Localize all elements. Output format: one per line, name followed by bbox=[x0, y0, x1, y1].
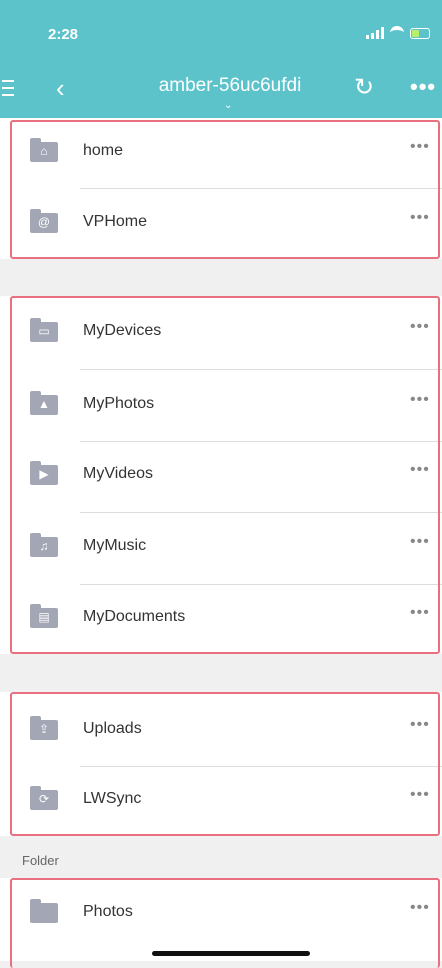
refresh-icon[interactable]: ↻ bbox=[354, 73, 374, 102]
back-icon[interactable]: ‹ bbox=[56, 75, 65, 101]
chevron-down-icon[interactable]: ⌄ bbox=[224, 100, 232, 111]
battery-icon bbox=[410, 27, 430, 39]
menu-icon[interactable] bbox=[2, 80, 14, 96]
section-label: Folder bbox=[22, 853, 59, 868]
highlight-box bbox=[10, 692, 440, 836]
home-indicator bbox=[152, 951, 310, 956]
highlight-box bbox=[10, 296, 440, 654]
status-bar: 2:28 bbox=[0, 0, 442, 62]
more-icon[interactable]: ••• bbox=[410, 74, 436, 100]
nav-title[interactable]: amber-56uc6ufdi bbox=[140, 75, 320, 97]
status-time: 2:28 bbox=[48, 26, 79, 43]
signal-icon bbox=[366, 27, 384, 39]
wifi-icon bbox=[390, 26, 404, 40]
status-icons bbox=[366, 26, 430, 40]
highlight-box bbox=[10, 120, 440, 259]
nav-bar: ‹ amber-56uc6ufdi ⌄ ↻ ••• bbox=[0, 62, 442, 118]
